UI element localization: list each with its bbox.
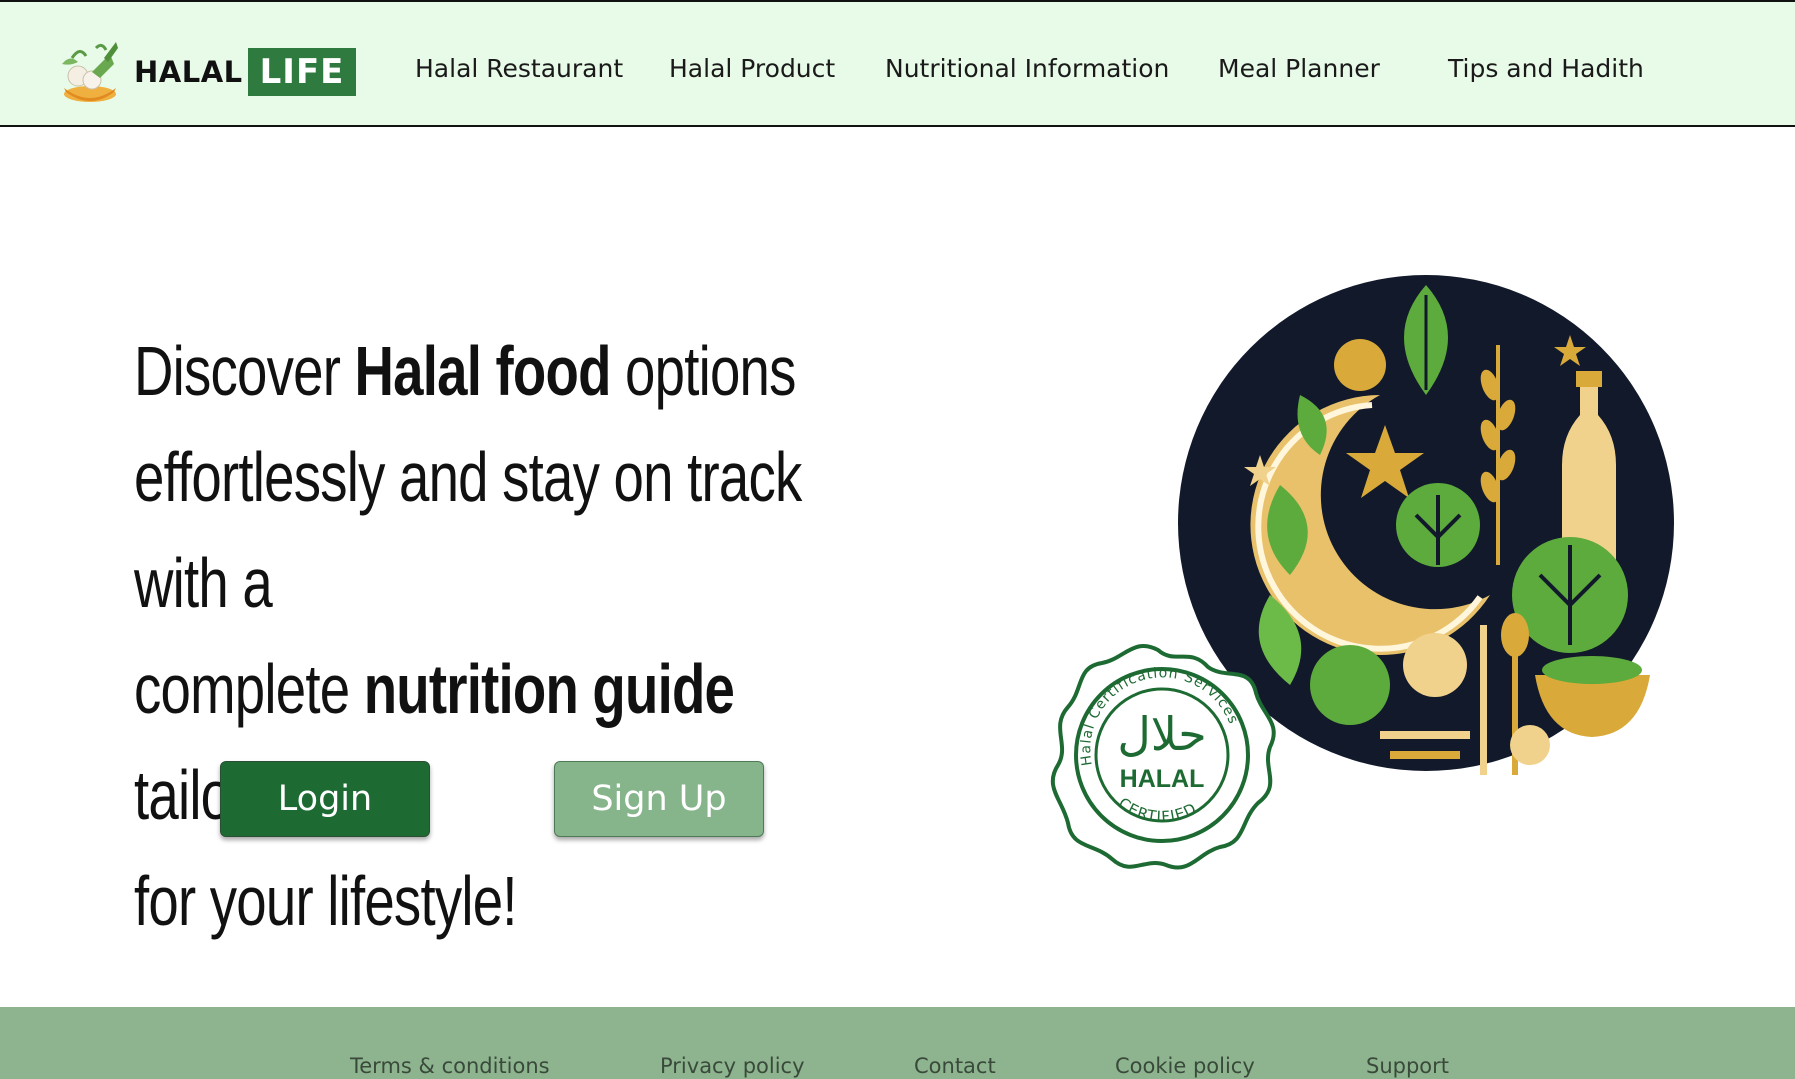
hero-text: complete (134, 650, 364, 728)
hero-emphasis: Halal food (354, 332, 612, 410)
footer-support-link[interactable]: Support (1366, 1054, 1449, 1078)
nav-halal-product[interactable]: Halal Product (669, 54, 835, 83)
main-nav: Halal Restaurant Halal Product Nutrition… (0, 54, 1795, 94)
halal-certified-seal: Halal Certification Services حلال HALAL … (1050, 643, 1276, 870)
nav-nutritional-information[interactable]: Nutritional Information (885, 54, 1169, 83)
footer-terms-link[interactable]: Terms & conditions (350, 1054, 550, 1078)
footer-contact-link[interactable]: Contact (914, 1054, 996, 1078)
hero-line-2: effortlessly and stay on track with a (134, 438, 802, 622)
hero-text: options (610, 332, 796, 410)
hero-line-1: Discover Halal food options (134, 318, 836, 424)
hero-line-4: for your lifestyle! (134, 862, 517, 940)
seal-halal-text: HALAL (1120, 765, 1205, 793)
signup-button[interactable]: Sign Up (554, 761, 764, 837)
footer-cookie-link[interactable]: Cookie policy (1115, 1054, 1255, 1078)
seal-arabic-text: حلال (1117, 707, 1206, 761)
top-navigation-bar: HALAL LIFE Halal Restaurant Halal Produc… (0, 0, 1795, 127)
nav-tips-and-hadith[interactable]: Tips and Hadith (1448, 54, 1644, 83)
site-footer: Terms & conditions Privacy policy Contac… (0, 1007, 1795, 1079)
hero-headline: Discover Halal food options effortlessly… (134, 318, 836, 954)
hero-emphasis: nutrition guide (363, 650, 735, 728)
nav-meal-planner[interactable]: Meal Planner (1218, 54, 1380, 83)
footer-privacy-link[interactable]: Privacy policy (660, 1054, 805, 1078)
hero-text: Discover (134, 332, 355, 410)
nav-halal-restaurant[interactable]: Halal Restaurant (415, 54, 623, 83)
halal-food-illustration: Halal Certification Services حلال HALAL … (1050, 275, 1680, 895)
login-button[interactable]: Login (220, 761, 430, 837)
